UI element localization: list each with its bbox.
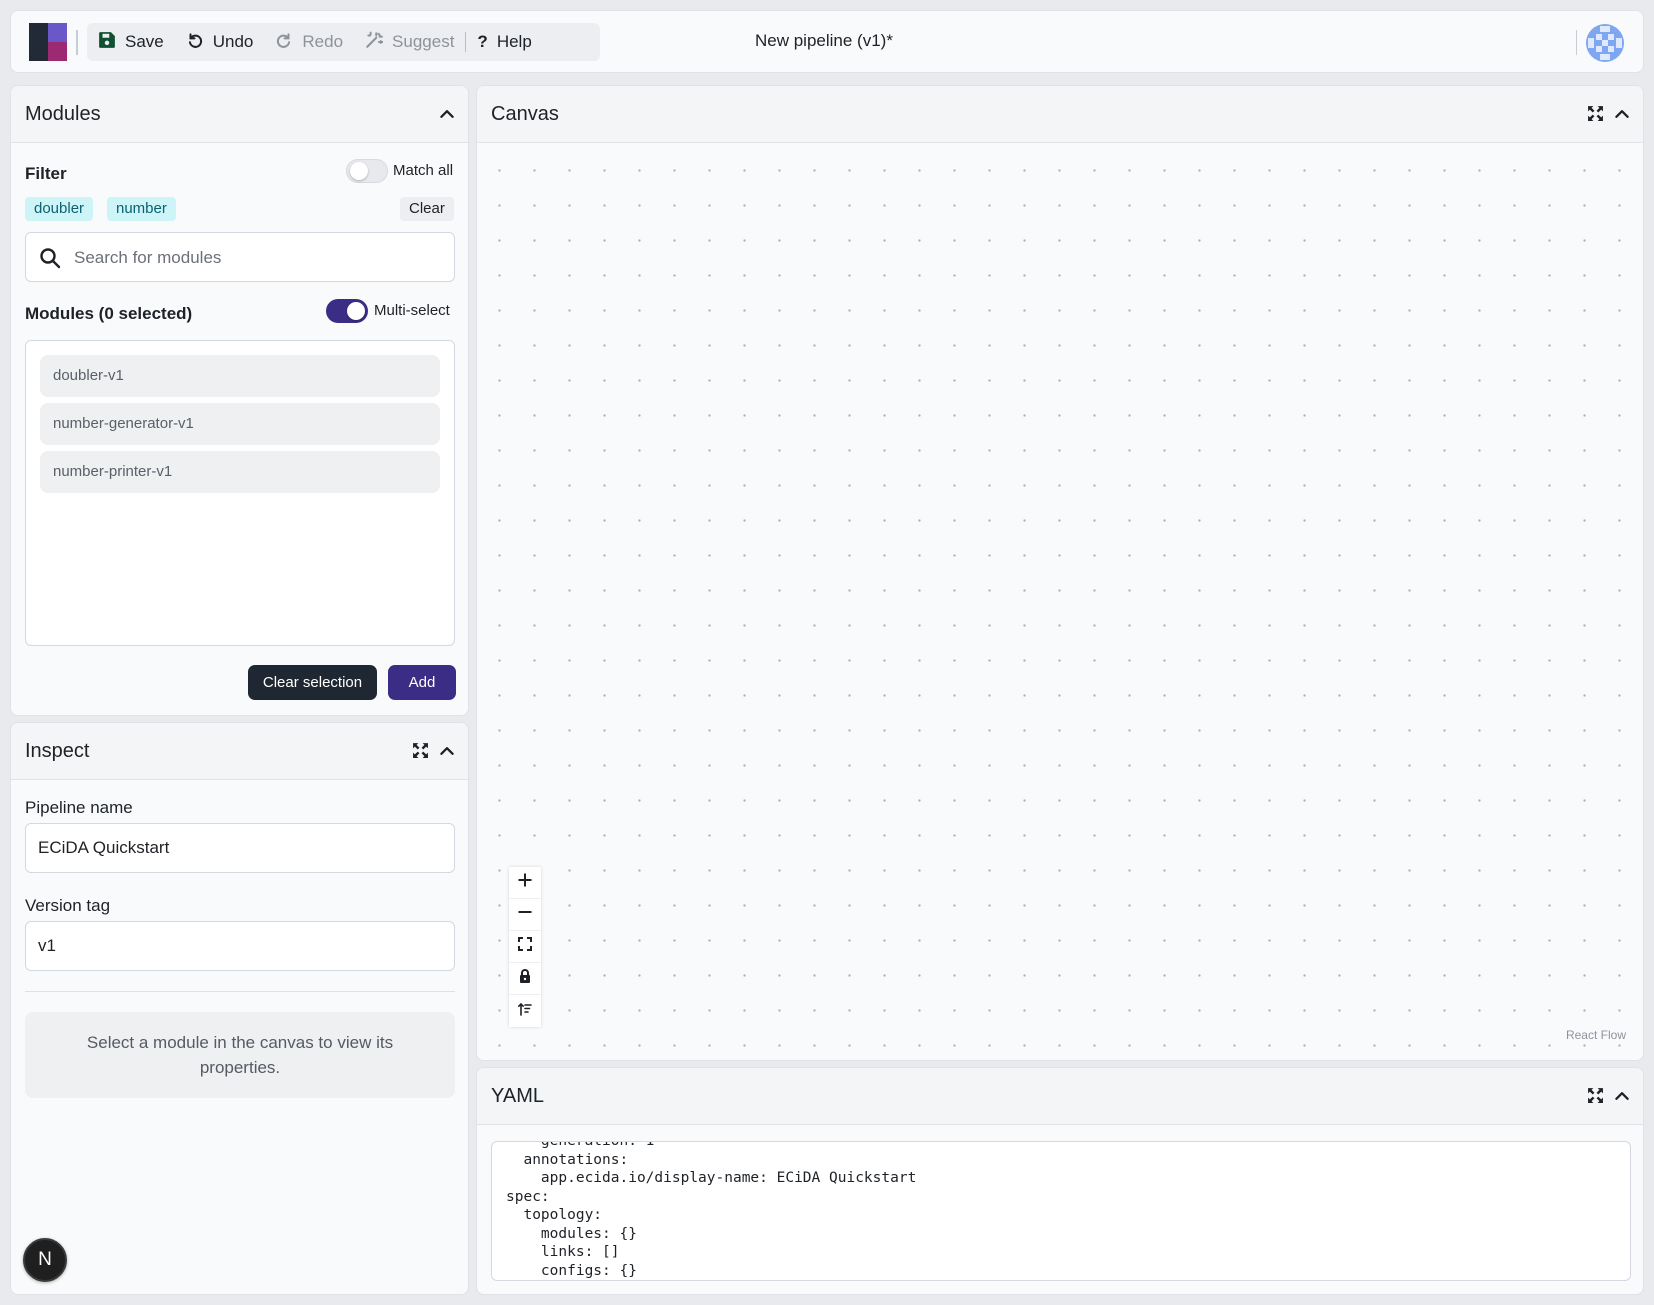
zoom-out-button[interactable] bbox=[509, 899, 541, 931]
n-badge-button[interactable]: N bbox=[23, 1238, 67, 1282]
lock-button[interactable] bbox=[509, 963, 541, 995]
undo-icon bbox=[186, 31, 204, 54]
help-button[interactable]: ? Help bbox=[466, 23, 542, 61]
lock-icon bbox=[517, 968, 533, 989]
yaml-panel-title: YAML bbox=[491, 1085, 544, 1107]
list-item-number-printer-v1[interactable]: number-printer-v1 bbox=[40, 451, 440, 493]
yaml-editor[interactable]: generation: 1 annotations: app.ecida.io/… bbox=[491, 1141, 1631, 1281]
react-flow-attribution[interactable]: React Flow bbox=[1566, 1028, 1626, 1042]
clear-selection-button[interactable]: Clear selection bbox=[248, 665, 377, 700]
question-mark-icon: ? bbox=[477, 32, 488, 51]
modules-list-title: Modules (0 selected) bbox=[25, 304, 193, 323]
redo-button[interactable]: Redo bbox=[264, 23, 354, 61]
clear-filters-button[interactable]: Clear bbox=[400, 197, 454, 221]
toolbar: Save Undo Redo Suggest ? Help bbox=[87, 23, 600, 61]
filter-chip-doubler[interactable]: doubler bbox=[25, 197, 94, 221]
save-label: Save bbox=[125, 32, 164, 51]
undo-label: Undo bbox=[212, 32, 254, 51]
multi-select-toggle[interactable] bbox=[326, 299, 368, 323]
suggest-button[interactable]: Suggest bbox=[354, 23, 465, 61]
canvas-panel-title: Canvas bbox=[491, 103, 559, 125]
redo-icon bbox=[275, 31, 293, 54]
zoom-in-button[interactable] bbox=[509, 867, 541, 899]
save-icon bbox=[98, 31, 116, 54]
search-input[interactable] bbox=[74, 245, 434, 271]
modules-panel-title: Modules bbox=[25, 103, 101, 125]
chevron-up-icon[interactable] bbox=[438, 742, 456, 760]
avatar[interactable] bbox=[1585, 23, 1625, 63]
fit-view-icon bbox=[517, 936, 533, 957]
top-bar: Save Undo Redo Suggest ? Help New pipeli… bbox=[10, 10, 1644, 73]
canvas-controls bbox=[509, 867, 541, 1027]
inspect-panel: Inspect Pipeline name ECiDA Quickstart V… bbox=[10, 722, 469, 1295]
list-item-number-generator-v1[interactable]: number-generator-v1 bbox=[40, 403, 440, 445]
inspect-empty-message: Select a module in the canvas to view it… bbox=[25, 1012, 455, 1098]
yaml-panel: YAML generation: 1 annotations: app.ecid… bbox=[476, 1067, 1644, 1295]
yaml-code: generation: 1 annotations: app.ecida.io/… bbox=[506, 1141, 917, 1279]
expand-icon[interactable] bbox=[1587, 105, 1605, 123]
flow-canvas[interactable]: React Flow bbox=[477, 143, 1643, 1060]
inspect-panel-title: Inspect bbox=[25, 740, 90, 762]
version-tag-field[interactable]: v1 bbox=[25, 921, 455, 971]
redo-label: Redo bbox=[302, 32, 344, 51]
list-item-doubler-v1[interactable]: doubler-v1 bbox=[40, 355, 440, 397]
filter-chip-number[interactable]: number bbox=[107, 197, 176, 221]
modules-panel: Modules Filter Match all doubler number … bbox=[10, 85, 469, 716]
canvas-panel: Canvas React Flow bbox=[476, 85, 1644, 1061]
canvas-panel-header: Canvas bbox=[477, 86, 1643, 143]
expand-icon[interactable] bbox=[1587, 1087, 1605, 1105]
chevron-up-icon[interactable] bbox=[438, 105, 456, 123]
sort-icon bbox=[517, 1001, 533, 1022]
module-search bbox=[25, 232, 455, 282]
magic-wand-icon bbox=[365, 31, 384, 54]
pipeline-title: New pipeline (v1)* bbox=[755, 31, 893, 50]
sort-button[interactable] bbox=[509, 995, 541, 1027]
chevron-up-icon[interactable] bbox=[1613, 105, 1631, 123]
match-all-label: Match all bbox=[393, 162, 454, 179]
pipeline-name-field[interactable]: ECiDA Quickstart bbox=[25, 823, 455, 873]
filter-label: Filter bbox=[25, 164, 67, 183]
divider bbox=[25, 991, 455, 992]
pipeline-name-label: Pipeline name bbox=[25, 798, 133, 817]
yaml-panel-header: YAML bbox=[477, 1068, 1643, 1125]
save-button[interactable]: Save bbox=[87, 23, 175, 61]
inspect-panel-header: Inspect bbox=[11, 723, 468, 780]
help-label: Help bbox=[496, 32, 532, 51]
version-tag-label: Version tag bbox=[25, 896, 111, 915]
expand-icon[interactable] bbox=[412, 742, 430, 760]
add-button[interactable]: Add bbox=[388, 665, 456, 700]
divider bbox=[1576, 30, 1577, 55]
plus-icon bbox=[517, 872, 533, 893]
app-logo[interactable] bbox=[29, 23, 67, 61]
modules-list: doubler-v1 number-generator-v1 number-pr… bbox=[25, 340, 455, 646]
fit-view-button[interactable] bbox=[509, 931, 541, 963]
chevron-up-icon[interactable] bbox=[1613, 1087, 1631, 1105]
multi-select-label: Multi-select bbox=[374, 302, 450, 319]
minus-icon bbox=[517, 904, 533, 925]
divider bbox=[76, 30, 78, 55]
suggest-label: Suggest bbox=[392, 32, 455, 51]
match-all-toggle[interactable] bbox=[346, 159, 388, 183]
modules-panel-header: Modules bbox=[11, 86, 468, 143]
undo-button[interactable]: Undo bbox=[175, 23, 265, 61]
